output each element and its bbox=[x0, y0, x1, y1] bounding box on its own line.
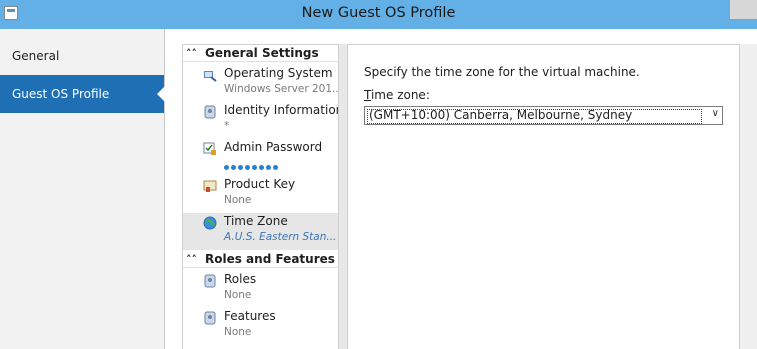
setting-time-zone[interactable]: Time Zone A.U.S. Eastern Stan... bbox=[183, 213, 338, 250]
time-zone-select[interactable]: (GMT+10:00) Canberra, Melbourne, Sydney … bbox=[364, 106, 723, 125]
setting-label: Admin Password bbox=[224, 140, 323, 154]
collapse-icon[interactable]: ˄˄ bbox=[186, 45, 197, 62]
setting-label: Roles bbox=[224, 272, 257, 286]
roles-icon bbox=[204, 274, 216, 288]
setting-value: None bbox=[224, 194, 252, 206]
setting-value: * bbox=[224, 120, 230, 132]
setting-label: Operating System bbox=[224, 66, 333, 80]
group-header-general-settings[interactable]: ˄˄ General Settings bbox=[183, 45, 338, 62]
nav-item-general[interactable]: General bbox=[0, 37, 164, 75]
selection-pointer-icon bbox=[157, 86, 165, 102]
time-zone-label: Time zone: bbox=[364, 88, 430, 102]
group-title: Roles and Features bbox=[205, 252, 335, 266]
globe-icon bbox=[203, 216, 217, 230]
title-bar: New Guest OS Profile bbox=[0, 0, 757, 29]
panel-description: Specify the time zone for the virtual ma… bbox=[364, 65, 640, 79]
wizard-nav: General Guest OS Profile bbox=[0, 29, 165, 349]
setting-value: None bbox=[224, 326, 252, 338]
chevron-down-icon[interactable]: ∨ bbox=[712, 108, 719, 119]
checkbox-lock-icon bbox=[203, 142, 216, 155]
product-key-icon bbox=[203, 180, 217, 192]
setting-label: Product Key bbox=[224, 177, 296, 191]
features-icon bbox=[204, 311, 216, 325]
password-mask bbox=[224, 159, 280, 170]
right-gutter bbox=[740, 44, 757, 349]
pane-splitter[interactable] bbox=[339, 44, 347, 349]
setting-label: Time Zone bbox=[224, 214, 288, 228]
collapse-icon[interactable]: ˄˄ bbox=[186, 251, 197, 268]
nav-item-guest-os-profile[interactable]: Guest OS Profile bbox=[0, 75, 165, 113]
time-zone-value: (GMT+10:00) Canberra, Melbourne, Sydney bbox=[369, 108, 633, 122]
window-title: New Guest OS Profile bbox=[301, 5, 456, 21]
setting-label: Features bbox=[224, 309, 276, 323]
setting-admin-password[interactable]: Admin Password bbox=[183, 139, 338, 176]
setting-product-key[interactable]: Product Key None bbox=[183, 176, 338, 213]
group-title: General Settings bbox=[205, 46, 319, 60]
setting-features[interactable]: Features None bbox=[183, 308, 338, 345]
setting-value: Windows Server 201... bbox=[224, 83, 339, 95]
identity-icon bbox=[204, 105, 216, 119]
settings-list: ˄˄ General Settings Operating System Win… bbox=[182, 44, 339, 349]
nav-item-label: Guest OS Profile bbox=[12, 87, 110, 101]
label-text: ime zone: bbox=[370, 88, 430, 102]
setting-roles[interactable]: Roles None bbox=[183, 271, 338, 308]
close-button[interactable] bbox=[729, 0, 757, 20]
setting-identity-information[interactable]: Identity Information * bbox=[183, 102, 338, 139]
spacer bbox=[165, 29, 182, 349]
operating-system-icon bbox=[204, 71, 217, 82]
setting-value: None bbox=[224, 289, 252, 301]
setting-value: A.U.S. Eastern Stan... bbox=[224, 231, 337, 243]
time-zone-panel: Specify the time zone for the virtual ma… bbox=[347, 44, 740, 349]
access-key: T bbox=[364, 88, 371, 102]
group-header-roles-and-features[interactable]: ˄˄ Roles and Features bbox=[183, 251, 338, 268]
setting-operating-system[interactable]: Operating System Windows Server 201... bbox=[183, 65, 338, 102]
setting-label: Identity Information bbox=[224, 103, 339, 117]
